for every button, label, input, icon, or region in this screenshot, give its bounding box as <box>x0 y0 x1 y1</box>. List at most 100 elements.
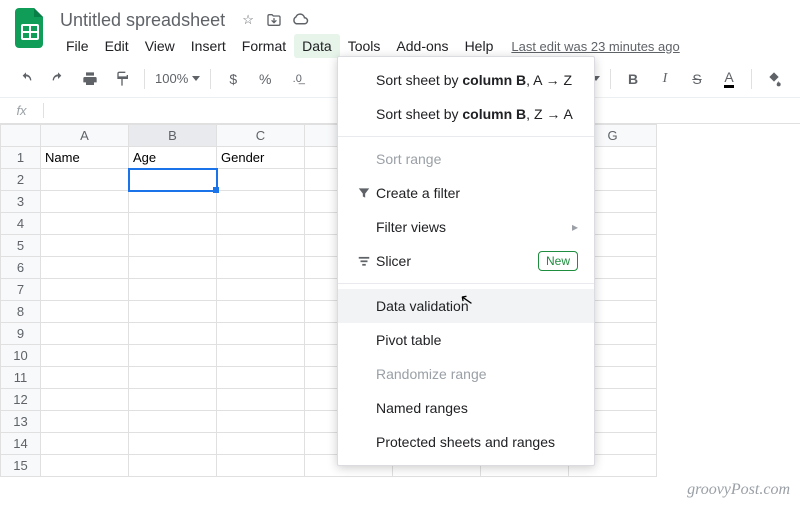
cell[interactable] <box>217 235 305 257</box>
menu-named-ranges[interactable]: Named ranges <box>338 391 594 425</box>
cell[interactable]: Gender <box>217 147 305 169</box>
menu-sort-az[interactable]: Sort sheet by column B, A → Z <box>338 63 594 97</box>
menu-help[interactable]: Help <box>457 34 502 58</box>
star-icon[interactable]: ☆ <box>237 9 259 31</box>
cell[interactable] <box>217 455 305 477</box>
percent-button[interactable]: % <box>251 65 279 93</box>
cell[interactable]: Name <box>41 147 129 169</box>
cell[interactable] <box>129 279 217 301</box>
cell[interactable] <box>41 455 129 477</box>
cell[interactable] <box>217 433 305 455</box>
menu-file[interactable]: File <box>58 34 97 58</box>
menu-slicer[interactable]: Slicer New <box>338 244 594 278</box>
row-header[interactable]: 12 <box>1 389 41 411</box>
text-color-button[interactable]: A <box>715 65 743 93</box>
cell[interactable] <box>129 455 217 477</box>
menu-create-filter[interactable]: Create a filter <box>338 176 594 210</box>
cell[interactable] <box>217 279 305 301</box>
row-header[interactable]: 14 <box>1 433 41 455</box>
cloud-icon[interactable] <box>289 9 311 31</box>
col-header-B[interactable]: B <box>129 125 217 147</box>
cell[interactable] <box>41 367 129 389</box>
row-header[interactable]: 13 <box>1 411 41 433</box>
sheets-logo[interactable] <box>10 8 50 48</box>
row-header[interactable]: 11 <box>1 367 41 389</box>
strike-button[interactable]: S <box>683 65 711 93</box>
cell[interactable]: Age <box>129 147 217 169</box>
row-header[interactable]: 2 <box>1 169 41 191</box>
menu-format[interactable]: Format <box>234 34 294 58</box>
cell[interactable] <box>217 169 305 191</box>
row-header[interactable]: 7 <box>1 279 41 301</box>
cell[interactable] <box>217 301 305 323</box>
cell[interactable] <box>129 257 217 279</box>
last-edit-link[interactable]: Last edit was 23 minutes ago <box>511 39 679 54</box>
menu-tools[interactable]: Tools <box>340 34 389 58</box>
cell[interactable] <box>129 323 217 345</box>
italic-button[interactable]: I <box>651 65 679 93</box>
cell[interactable] <box>129 433 217 455</box>
undo-button[interactable] <box>12 65 40 93</box>
menu-protected-sheets[interactable]: Protected sheets and ranges <box>338 425 594 459</box>
row-header[interactable]: 10 <box>1 345 41 367</box>
col-header-A[interactable]: A <box>41 125 129 147</box>
zoom-select[interactable]: 100% <box>151 71 204 86</box>
row-header[interactable]: 5 <box>1 235 41 257</box>
menu-edit[interactable]: Edit <box>97 34 137 58</box>
row-header[interactable]: 3 <box>1 191 41 213</box>
redo-button[interactable] <box>44 65 72 93</box>
cell[interactable] <box>217 323 305 345</box>
cell[interactable] <box>129 235 217 257</box>
decimal-decrease-button[interactable]: .0̲ <box>283 65 311 93</box>
cell[interactable] <box>217 191 305 213</box>
cell[interactable] <box>129 191 217 213</box>
move-icon[interactable] <box>263 9 285 31</box>
fill-color-button[interactable] <box>760 65 788 93</box>
cell[interactable] <box>129 367 217 389</box>
cell[interactable] <box>129 301 217 323</box>
cell[interactable] <box>217 367 305 389</box>
row-header[interactable]: 8 <box>1 301 41 323</box>
menu-pivot-table[interactable]: Pivot table <box>338 323 594 357</box>
doc-title[interactable]: Untitled spreadsheet <box>60 10 225 31</box>
print-button[interactable] <box>76 65 104 93</box>
cell[interactable] <box>129 411 217 433</box>
row-header[interactable]: 1 <box>1 147 41 169</box>
cell[interactable] <box>129 389 217 411</box>
cell[interactable] <box>41 323 129 345</box>
cell[interactable] <box>217 389 305 411</box>
cell[interactable] <box>41 433 129 455</box>
cell[interactable] <box>41 169 129 191</box>
paint-format-button[interactable] <box>108 65 136 93</box>
currency-button[interactable]: $ <box>219 65 247 93</box>
cell[interactable] <box>41 213 129 235</box>
cell[interactable] <box>41 279 129 301</box>
cell[interactable] <box>41 235 129 257</box>
select-all-cell[interactable] <box>1 125 41 147</box>
cell[interactable] <box>129 213 217 235</box>
cell[interactable] <box>41 389 129 411</box>
menu-addons[interactable]: Add-ons <box>388 34 456 58</box>
menu-data[interactable]: Data <box>294 34 340 58</box>
cell[interactable] <box>41 411 129 433</box>
cell[interactable] <box>129 345 217 367</box>
menu-sort-za[interactable]: Sort sheet by column B, Z → A <box>338 97 594 131</box>
cell[interactable] <box>217 345 305 367</box>
bold-button[interactable]: B <box>619 65 647 93</box>
row-header[interactable]: 15 <box>1 455 41 477</box>
menu-view[interactable]: View <box>137 34 183 58</box>
cell[interactable] <box>41 191 129 213</box>
cell-selected[interactable] <box>129 169 217 191</box>
col-header-C[interactable]: C <box>217 125 305 147</box>
cell[interactable] <box>41 345 129 367</box>
row-header[interactable]: 9 <box>1 323 41 345</box>
cell[interactable] <box>217 213 305 235</box>
row-header[interactable]: 4 <box>1 213 41 235</box>
cell[interactable] <box>217 257 305 279</box>
menu-filter-views[interactable]: Filter views ▸ <box>338 210 594 244</box>
cell[interactable] <box>217 411 305 433</box>
row-header[interactable]: 6 <box>1 257 41 279</box>
cell[interactable] <box>41 301 129 323</box>
menu-insert[interactable]: Insert <box>183 34 234 58</box>
cell[interactable] <box>41 257 129 279</box>
